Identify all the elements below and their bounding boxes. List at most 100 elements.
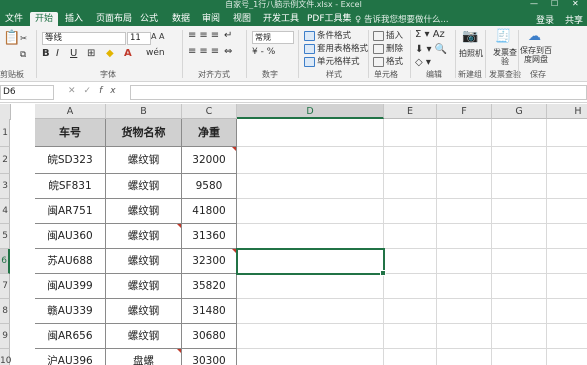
cell-c10[interactable]: 30300 [182,349,237,365]
camera-button[interactable]: 拍照机 [459,48,483,59]
cell-f3[interactable] [437,174,492,199]
cell-g2[interactable] [492,147,547,174]
number-format-select[interactable]: 常规 [252,31,294,44]
cell-g1[interactable] [492,119,547,147]
cell-h3[interactable] [547,174,587,199]
invoice-check-button[interactable]: 发票查验 [491,48,519,66]
row-header-10[interactable]: 10 [0,349,11,365]
cell-d8[interactable] [237,299,384,324]
column-header-d[interactable]: D [237,104,384,119]
close-button[interactable]: ✕ [572,0,579,8]
cell-f9[interactable] [437,324,492,349]
tell-me-search[interactable]: ♀ 告诉我您想要做什么... [355,13,449,25]
row-header-3[interactable]: 3 [0,174,10,199]
cell-e6[interactable] [384,249,437,274]
cell-e1[interactable] [384,119,437,147]
cell-e4[interactable] [384,199,437,224]
delete-cells-button[interactable]: 删除 [373,42,403,54]
cell-a6[interactable]: 苏AU688 [35,249,106,274]
cell-g6[interactable] [492,249,547,274]
cell-e2[interactable] [384,147,437,174]
cell-g4[interactable] [492,199,547,224]
bold-icon[interactable]: B [42,48,50,59]
cell-h2[interactable] [547,147,587,174]
camera-icon[interactable]: 📷 [462,29,478,44]
insert-cells-button[interactable]: 插入 [373,29,403,41]
align-top-icons[interactable]: ≡≡≡ [188,30,222,41]
column-header-g[interactable]: G [492,104,547,119]
cell-b5[interactable]: 螺纹钢 [106,224,182,249]
cell-g3[interactable] [492,174,547,199]
cell-d9[interactable] [237,324,384,349]
cell-f1[interactable] [437,119,492,147]
fx-icon[interactable]: fx [99,86,124,96]
cell-g8[interactable] [492,299,547,324]
cell-c8[interactable]: 31480 [182,299,237,324]
minimize-button[interactable]: — [530,0,538,8]
tab-home[interactable]: 开始 [30,12,59,26]
baidu-cloud-icon[interactable]: ☁ [528,29,541,44]
cut-icon[interactable]: ✂ [20,34,27,44]
font-size-select[interactable]: 11 [127,32,151,45]
cell-a7[interactable]: 闽AU399 [35,274,106,299]
save-to-baidu-button[interactable]: 保存到百度网盘 [520,46,552,64]
formula-input[interactable] [130,85,587,100]
column-header-a[interactable]: A [35,104,106,119]
table-header-cell[interactable]: 车号 [35,119,106,147]
grow-font-icon[interactable]: A A [151,32,165,41]
cell-b3[interactable]: 螺纹钢 [106,174,182,199]
formula-buttons[interactable]: ✕✓fx [68,86,124,96]
cell-d10[interactable] [237,349,384,365]
worksheet-grid[interactable]: ABCDEFGH 1 2 3 4 5 6 7 8 9 10 车号 货物名称 净重 皖SD323 螺纹钢 32… [0,104,587,365]
tab-insert[interactable]: 插入 [60,12,88,26]
cell-g10[interactable] [492,349,547,365]
cell-b8[interactable]: 螺纹钢 [106,299,182,324]
column-header-f[interactable]: F [437,104,492,119]
cell-g5[interactable] [492,224,547,249]
wrap-text-icon[interactable]: ↵ [224,30,232,41]
row-header-5[interactable]: 5 [0,224,10,249]
wen-icon[interactable]: wén [146,48,165,58]
cell-h7[interactable] [547,274,587,299]
italic-icon[interactable]: I [56,48,59,59]
cell-e5[interactable] [384,224,437,249]
cell-h8[interactable] [547,299,587,324]
cell-a9[interactable]: 闽AR656 [35,324,106,349]
cell-h5[interactable] [547,224,587,249]
cell-a10[interactable]: 沪AU396 [35,349,106,365]
cell-e9[interactable] [384,324,437,349]
fill-color-icon[interactable]: ◆ [106,48,114,59]
cell-g7[interactable] [492,274,547,299]
cell-a8[interactable]: 赣AU339 [35,299,106,324]
cell-c3[interactable]: 9580 [182,174,237,199]
cell-h4[interactable] [547,199,587,224]
cell-a2[interactable]: 皖SD323 [35,147,106,174]
copy-icon[interactable]: ⧉ [20,50,26,60]
cell-e8[interactable] [384,299,437,324]
cell-f8[interactable] [437,299,492,324]
tab-review[interactable]: 审阅 [197,12,225,26]
cell-c5[interactable]: 31360 [182,224,237,249]
cell-e7[interactable] [384,274,437,299]
cell-c2[interactable]: 32000 [182,147,237,174]
cell-b9[interactable]: 螺纹钢 [106,324,182,349]
tab-data[interactable]: 数据 [167,12,195,26]
row-header-6[interactable]: 6 [0,249,10,274]
select-all-corner[interactable] [0,104,11,120]
cell-e10[interactable] [384,349,437,365]
login-link[interactable]: 登录 [536,13,554,26]
cell-f4[interactable] [437,199,492,224]
row-header-2[interactable]: 2 [0,147,10,174]
cell-b10[interactable]: 盘螺 [106,349,182,365]
cell-b2[interactable]: 螺纹钢 [106,147,182,174]
name-box[interactable]: D6 [0,85,54,100]
cell-c6[interactable]: 32300 [182,249,237,274]
cell-b6[interactable]: 螺纹钢 [106,249,182,274]
autosum-icon[interactable]: Σ ▾ Aᴢ [415,29,445,40]
cell-d1[interactable] [237,119,384,147]
maximize-button[interactable]: ☐ [551,0,558,8]
cell-c4[interactable]: 41800 [182,199,237,224]
cell-d5[interactable] [237,224,384,249]
cell-f5[interactable] [437,224,492,249]
cell-a5[interactable]: 闽AU360 [35,224,106,249]
